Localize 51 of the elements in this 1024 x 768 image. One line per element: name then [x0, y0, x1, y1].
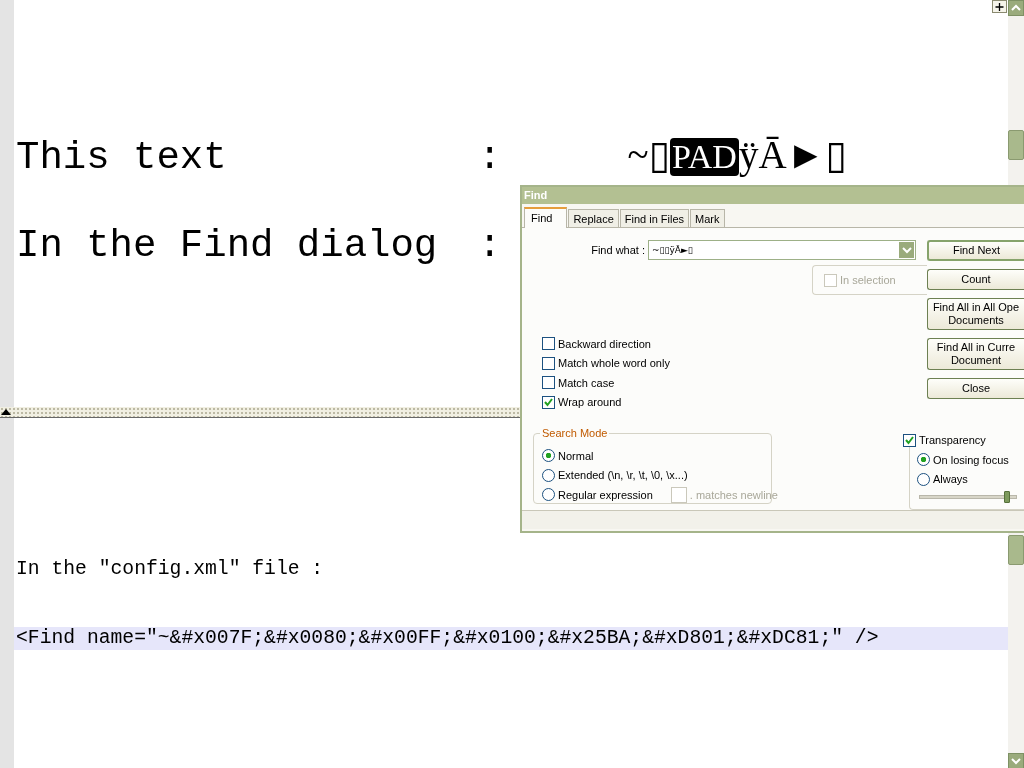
checkbox[interactable]	[542, 356, 555, 370]
find-what-label: Find what :	[590, 244, 646, 256]
checkbox[interactable]	[542, 395, 555, 409]
dialog-title: Find	[522, 187, 1024, 204]
plus-icon[interactable]	[992, 0, 1007, 13]
radio-label: Normal	[558, 449, 594, 462]
radio-label: On losing focus	[933, 453, 1009, 466]
dialog-button[interactable]: Find All in All Ope Documents	[927, 298, 1024, 330]
radio-button[interactable]	[542, 468, 555, 482]
checkbox-label: Backward direction	[558, 337, 651, 350]
tab[interactable]: Mark	[690, 209, 725, 227]
checkbox[interactable]	[542, 337, 555, 351]
scroll-thumb[interactable]	[1008, 535, 1024, 565]
radio-label: Regular expression	[558, 488, 653, 501]
dialog-button[interactable]: Close	[927, 378, 1024, 399]
find-what-combo[interactable]: ~▯▯ÿĀ►▯	[648, 240, 916, 260]
group-title: Search Mode	[540, 427, 610, 439]
scroll-down-icon[interactable]	[1008, 753, 1024, 768]
checkbox-label: Transparency	[919, 434, 986, 446]
scroll-thumb[interactable]	[1008, 130, 1024, 160]
radio-button[interactable]	[542, 488, 555, 502]
radio-button[interactable]	[542, 449, 555, 463]
control-char-symbol: PAD	[670, 138, 739, 176]
editor-text: In the Find dialog	[16, 224, 439, 268]
dialog-button[interactable]: Find All in Curre Document	[927, 338, 1024, 370]
code-line: In the "config.xml" file :	[15, 558, 325, 581]
checkbox-label: Match whole word only	[558, 357, 670, 370]
slider-thumb[interactable]	[1004, 491, 1011, 503]
editor-text: This text	[16, 136, 228, 180]
editor-text: :	[478, 136, 502, 180]
editor-text: ~	[627, 132, 649, 177]
editor-text: :	[478, 224, 502, 268]
checkbox-label: . matches newline	[689, 488, 778, 501]
tab[interactable]: Find	[524, 207, 568, 228]
editor-text: ÿĀ►	[738, 132, 826, 177]
radio-label: Always	[933, 473, 968, 486]
tab[interactable]: Replace	[568, 209, 619, 227]
up-arrow-icon[interactable]	[1, 409, 11, 415]
radio-label: Extended (\n, \r, \t, \0, \x...)	[558, 469, 688, 482]
tab[interactable]: Find in Files	[619, 209, 690, 227]
checkbox-label: In selection	[840, 274, 896, 286]
checkbox-label: Wrap around	[558, 396, 622, 409]
radio-button[interactable]	[917, 453, 930, 467]
checkbox[interactable]	[903, 433, 916, 447]
checkbox-label: Match case	[558, 376, 615, 389]
radio-button[interactable]	[917, 472, 930, 486]
editor-text: ▯	[825, 132, 847, 177]
checkbox[interactable]	[542, 376, 555, 390]
editor-text: ▯	[648, 132, 670, 177]
dialog-button[interactable]: Count	[927, 269, 1024, 290]
dialog-button[interactable]: Find Next	[927, 240, 1024, 261]
